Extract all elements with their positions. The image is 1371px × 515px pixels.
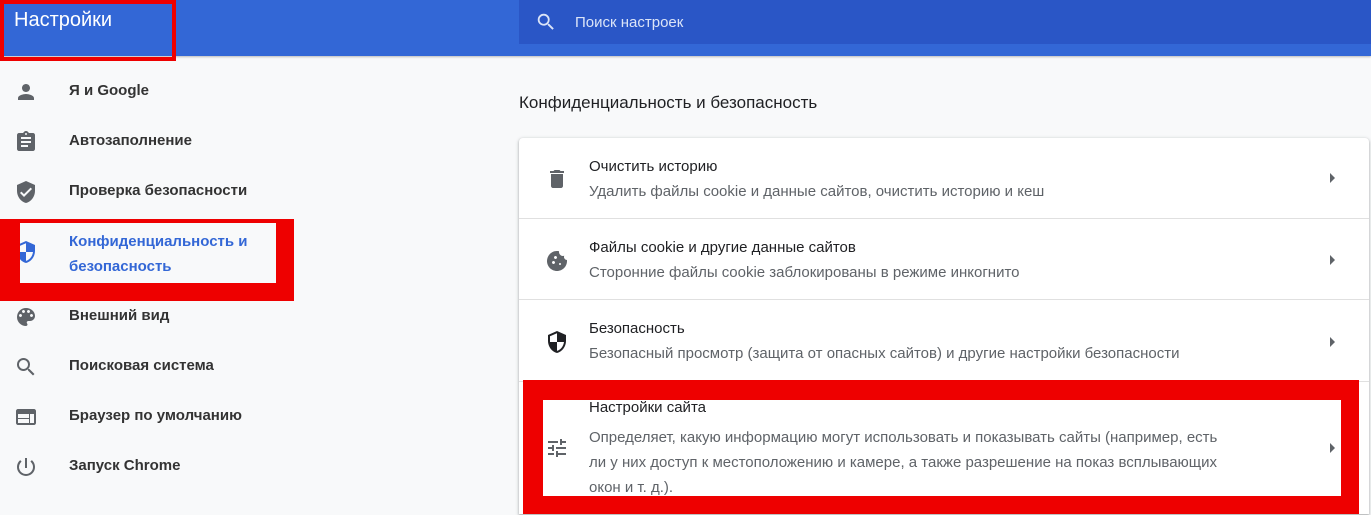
clipboard-icon [17,131,35,151]
sidebar-item-safety-check[interactable]: Проверка безопасности [0,167,300,217]
app-title: Настройки [14,9,113,31]
shield-half-icon [17,241,35,263]
row-title: Настройки сайта [589,399,706,416]
chevron-right-icon [1330,443,1335,453]
sidebar-item-label: Браузер по умолчанию [69,407,242,424]
row-title: Файлы cookie и другие данные сайтов [589,239,856,256]
row-title: Очистить историю [589,158,718,175]
row-cookies[interactable]: Файлы cookie и другие данные сайтов Стор… [519,218,1369,300]
chevron-right-icon [1330,173,1335,183]
row-subtitle: Безопасный просмотр (защита от опасных с… [589,345,1180,362]
shield-check-icon [17,181,35,203]
row-subtitle-line-2: ли у них доступ к местоположению и камер… [589,454,1218,471]
row-subtitle-line-3: окон и т. д.). [589,479,674,496]
row-subtitle-line-1: Определяет, какую информацию могут испол… [589,429,1218,446]
power-icon [16,458,35,476]
search-icon [17,358,35,376]
sidebar-item-label: Запуск Chrome [69,457,181,474]
sidebar-item-label: Проверка безопасности [69,182,248,199]
row-security[interactable]: Безопасность Безопасный просмотр (защита… [519,299,1369,382]
sidebar-item-label: Я и Google [69,82,150,99]
sidebar-item-autofill[interactable]: Автозаполнение [0,117,300,167]
sidebar-item-label: Поисковая система [69,357,214,374]
toolbar: Настройки [0,0,1371,56]
sidebar-item-search-engine[interactable]: Поисковая система [0,342,300,392]
row-subtitle: Сторонние файлы cookie заблокированы в р… [589,264,1020,281]
row-subtitle: Удалить файлы cookie и данные сайтов, оч… [589,183,1045,200]
chevron-right-icon [1330,255,1335,265]
chevron-right-icon [1330,337,1335,347]
row-site-settings[interactable]: Настройки сайта Определяет, какую информ… [519,381,1369,515]
search-icon [537,13,554,30]
sidebar-item-privacy-and-security[interactable]: Конфиденциальность и безопасность [0,222,300,282]
shield-half-icon [548,331,566,353]
cookie-icon [547,250,568,271]
sidebar-item-label-line-2: безопасность [69,258,172,275]
search-box[interactable] [519,0,1371,44]
sidebar-item-label: Автозаполнение [69,132,192,149]
row-clear-history[interactable]: Очистить историю Удалить файлы cookie и … [519,138,1369,218]
search-input[interactable] [575,0,1335,44]
sidebar-item-you-and-google[interactable]: Я и Google [0,67,300,117]
browser-window-icon [16,409,36,425]
sidebar-item-label: Внешний вид [69,307,170,324]
sidebar-item-on-startup[interactable]: Запуск Chrome [0,442,300,492]
sidebar-item-label-line-1: Конфиденциальность и [69,233,248,250]
section-title: Конфиденциальность и безопасность [519,93,818,112]
sidebar-item-default-browser[interactable]: Браузер по умолчанию [0,392,300,442]
settings-card: Очистить историю Удалить файлы cookie и … [519,138,1369,514]
person-icon [18,84,34,100]
trash-icon [550,170,564,188]
palette-icon [17,308,35,326]
tune-icon [548,439,566,457]
row-title: Безопасность [589,320,685,337]
sidebar-item-appearance[interactable]: Внешний вид [0,292,300,342]
